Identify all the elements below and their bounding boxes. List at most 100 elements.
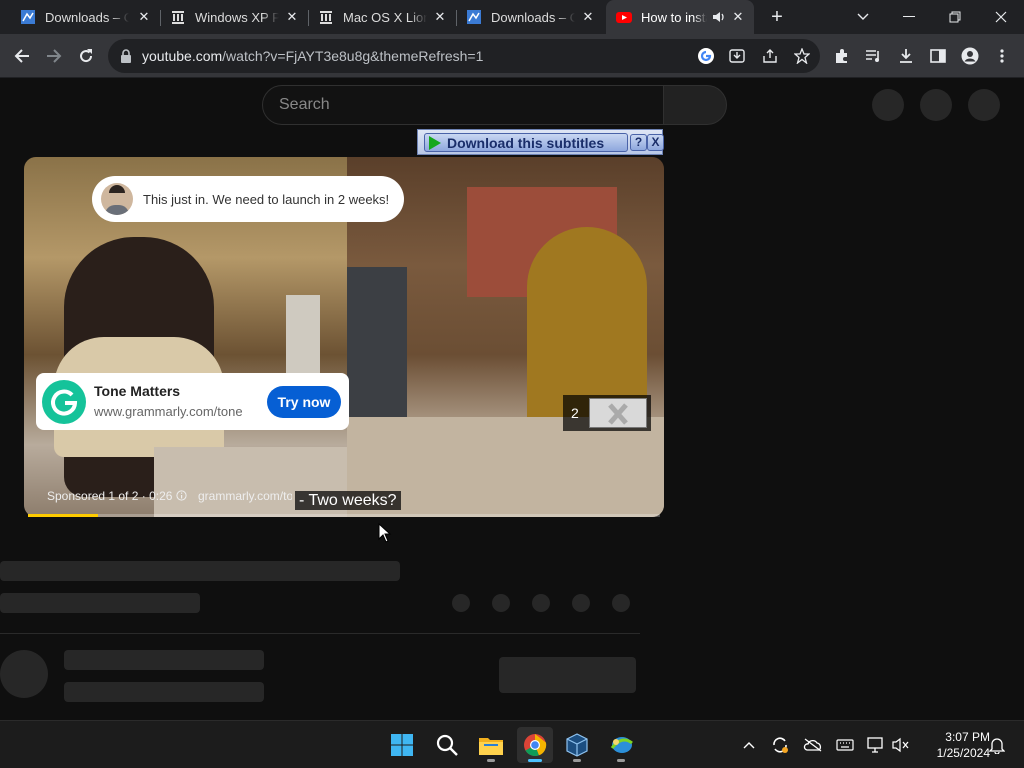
tab-strip: Downloads – Or ✕ Windows XP Pro ✕ Mac OS… bbox=[0, 0, 1024, 34]
cloud-off-icon bbox=[803, 738, 822, 752]
close-icon[interactable]: ✕ bbox=[432, 9, 448, 25]
volume-tray-icon[interactable] bbox=[889, 733, 913, 757]
start-button[interactable] bbox=[384, 727, 420, 763]
keyboard-icon bbox=[836, 739, 854, 751]
search-placeholder: Search bbox=[279, 96, 330, 113]
url-host: youtube.com bbox=[142, 48, 223, 64]
subtitle-caption: - Two weeks? bbox=[295, 491, 401, 510]
reload-icon bbox=[80, 49, 93, 63]
keyboard-tray-icon[interactable] bbox=[833, 733, 857, 757]
taskbar: 3:07 PM 1/25/2024 bbox=[0, 720, 1024, 768]
search-button[interactable] bbox=[429, 727, 465, 763]
ad-card[interactable]: Tone Matters www.grammarly.com/tone Try … bbox=[36, 373, 349, 430]
virtualbox-button[interactable] bbox=[559, 727, 595, 763]
help-button[interactable]: ? bbox=[630, 134, 647, 151]
tab-downloads-2[interactable]: Downloads – Or ✕ bbox=[456, 0, 604, 34]
side-panel-button[interactable] bbox=[922, 40, 954, 72]
try-now-button[interactable]: Try now bbox=[267, 386, 341, 418]
onedrive-tray-icon[interactable] bbox=[801, 733, 825, 757]
next-video-thumbnail bbox=[589, 398, 647, 428]
header-button-placeholder[interactable] bbox=[920, 89, 952, 121]
download-subtitles-button[interactable]: Download this subtitles bbox=[424, 133, 628, 152]
tab-label: Downloads – Or bbox=[491, 9, 575, 25]
tab-downloads-1[interactable]: Downloads – Or ✕ bbox=[10, 0, 160, 34]
shirt-shape bbox=[105, 205, 129, 215]
chrome-icon bbox=[524, 734, 547, 757]
show-hidden-icons-button[interactable] bbox=[737, 733, 761, 757]
youtube-favicon-icon bbox=[616, 12, 632, 23]
speech-bubble: This just in. We need to launch in 2 wee… bbox=[92, 176, 404, 222]
tab-windows-xp[interactable]: Windows XP Pro ✕ bbox=[160, 0, 308, 34]
close-icon[interactable]: ✕ bbox=[284, 9, 300, 25]
action-skeleton bbox=[572, 594, 590, 612]
header-button-placeholder[interactable] bbox=[968, 89, 1000, 121]
tab-label: How to install bbox=[641, 9, 707, 25]
skip-countdown[interactable]: 2 bbox=[563, 395, 651, 431]
speaker-muted-icon bbox=[892, 737, 909, 753]
arrow-left-icon bbox=[14, 49, 29, 63]
download-subtitles-label: Download this subtitles bbox=[447, 134, 605, 151]
close-window-button[interactable] bbox=[978, 0, 1024, 34]
tab-mac-os-x-lion[interactable]: Mac OS X Lion ✕ bbox=[308, 0, 456, 34]
avatar bbox=[101, 183, 133, 215]
extensions-button[interactable] bbox=[826, 40, 858, 72]
close-extension-button[interactable]: X bbox=[647, 134, 664, 151]
file-explorer-button[interactable] bbox=[473, 727, 509, 763]
address-bar[interactable]: youtube.com/watch?v=FjAYT3e8u8g&themeRef… bbox=[108, 39, 820, 73]
search-button[interactable] bbox=[663, 85, 727, 125]
bookmark-star-icon[interactable] bbox=[794, 48, 810, 64]
profile-button[interactable] bbox=[954, 40, 986, 72]
close-icon[interactable]: ✕ bbox=[580, 9, 596, 25]
globe-app-icon bbox=[610, 737, 633, 753]
system-clock[interactable]: 3:07 PM 1/25/2024 bbox=[916, 729, 990, 761]
close-icon[interactable]: ✕ bbox=[730, 9, 746, 25]
downloads-button[interactable] bbox=[890, 40, 922, 72]
back-button[interactable] bbox=[6, 40, 38, 72]
google-icon[interactable] bbox=[697, 47, 715, 65]
restore-button[interactable] bbox=[932, 0, 978, 34]
archive-org-icon bbox=[320, 11, 332, 24]
forward-button[interactable] bbox=[38, 40, 70, 72]
channel-meta-skeleton bbox=[64, 682, 264, 702]
more-vert-icon bbox=[1000, 49, 1004, 63]
info-icon[interactable] bbox=[176, 490, 187, 501]
network-app-button[interactable] bbox=[603, 727, 639, 763]
puzzle-icon bbox=[836, 49, 847, 63]
progress-bar[interactable] bbox=[28, 514, 660, 517]
search-input[interactable]: Search bbox=[262, 85, 664, 125]
minimize-button[interactable] bbox=[886, 0, 932, 34]
close-icon[interactable]: ✕ bbox=[136, 9, 152, 25]
divider bbox=[0, 633, 640, 634]
tab-label: Windows XP Pro bbox=[195, 9, 279, 25]
clock-date: 1/25/2024 bbox=[936, 746, 990, 760]
url-path: /watch?v=FjAYT3e8u8g&themeRefresh=1 bbox=[222, 48, 484, 64]
network-tray-icon[interactable] bbox=[864, 733, 888, 757]
sync-tray-icon[interactable] bbox=[768, 733, 792, 757]
ad-link[interactable]: grammarly.com/tone bbox=[198, 489, 292, 503]
media-control-button[interactable] bbox=[858, 40, 890, 72]
speaker-icon[interactable] bbox=[712, 11, 726, 23]
menu-button[interactable] bbox=[986, 40, 1018, 72]
new-tab-button[interactable]: + bbox=[754, 0, 800, 34]
action-skeleton bbox=[492, 594, 510, 612]
tab-search-button[interactable] bbox=[840, 0, 886, 34]
channel-avatar-skeleton bbox=[0, 650, 48, 698]
share-icon[interactable] bbox=[762, 48, 778, 64]
reload-button[interactable] bbox=[70, 40, 102, 72]
download-icon bbox=[900, 49, 912, 63]
action-skeleton bbox=[532, 594, 550, 612]
notifications-button[interactable] bbox=[985, 733, 1009, 757]
ad-url: www.grammarly.com/tone bbox=[94, 404, 243, 419]
header-button-placeholder[interactable] bbox=[872, 89, 904, 121]
sync-icon bbox=[773, 737, 788, 753]
mouse-cursor-icon bbox=[378, 523, 392, 543]
grammarly-logo-icon bbox=[42, 380, 86, 424]
tab-youtube-active[interactable]: How to install ✕ bbox=[606, 0, 754, 34]
lock-icon bbox=[121, 49, 131, 63]
progress-fill bbox=[28, 514, 98, 517]
chrome-taskbar-button[interactable] bbox=[517, 727, 553, 763]
minimize-icon bbox=[903, 16, 915, 17]
bell-icon bbox=[989, 738, 1005, 754]
tab-label: Mac OS X Lion bbox=[343, 9, 427, 25]
install-app-icon[interactable] bbox=[729, 48, 745, 64]
